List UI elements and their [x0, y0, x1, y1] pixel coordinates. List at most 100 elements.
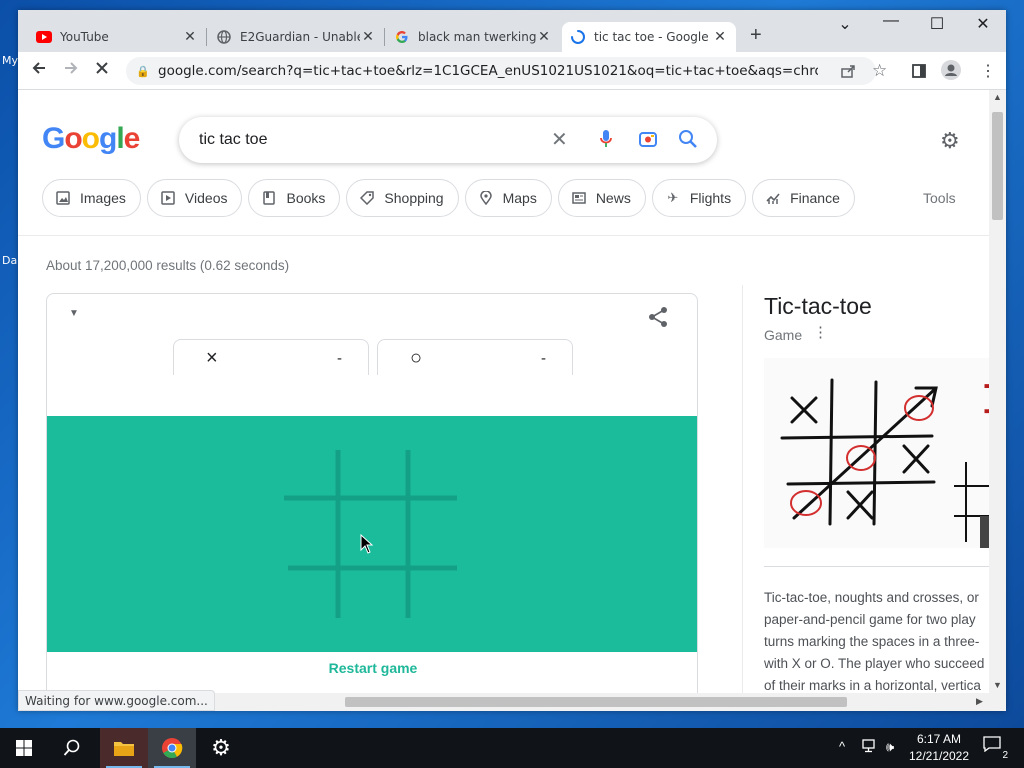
clear-search-icon[interactable]: ✕: [551, 127, 568, 152]
board-cell[interactable]: [341, 450, 405, 496]
chrome-icon: [162, 738, 183, 759]
chip-flights[interactable]: ✈ Flights: [651, 179, 747, 217]
chip-books[interactable]: Books: [248, 179, 341, 217]
tab-e2guardian[interactable]: E2Guardian - Unable ✕: [208, 22, 384, 52]
news-icon: [571, 190, 587, 206]
finance-icon: [765, 190, 781, 206]
board-cell[interactable]: [411, 501, 479, 565]
tic-tac-toe-game-card: ▼ × - ○ - Restart game: [46, 293, 698, 693]
plane-icon: ✈: [667, 190, 679, 205]
search-input[interactable]: tic tac toe: [199, 131, 267, 149]
close-tab-icon[interactable]: ✕: [712, 29, 728, 45]
chip-label: Finance: [790, 190, 840, 206]
kp-image[interactable]: x|x|e: [764, 358, 989, 548]
desktop-icon-label[interactable]: My: [2, 54, 18, 67]
image-icon: [55, 190, 71, 206]
bookmark-star-icon[interactable]: ☆: [872, 61, 887, 81]
difficulty-dropdown-icon[interactable]: ▼: [69, 308, 79, 319]
address-bar[interactable]: 🔒 google.com/search?q=tic+tac+toe&rlz=1C…: [126, 57, 876, 85]
chip-label: Videos: [184, 190, 228, 206]
chip-maps[interactable]: Maps: [464, 179, 552, 217]
menu-kebab-icon[interactable]: ⋮: [980, 61, 996, 81]
book-icon: [261, 190, 277, 206]
image-search-icon[interactable]: [638, 129, 658, 154]
tab-separator: [206, 28, 207, 46]
tab-search-icon[interactable]: ⌄: [822, 14, 868, 34]
forward-icon[interactable]: [63, 60, 79, 81]
tab-google-search[interactable]: black man twerking - ✕: [386, 22, 560, 52]
profile-avatar-icon[interactable]: [941, 60, 961, 84]
scroll-right-icon[interactable]: ▶: [976, 696, 983, 707]
tab-title: tic tac toe - Google S: [594, 30, 712, 44]
side-panel-icon[interactable]: [911, 63, 927, 83]
google-logo[interactable]: Google: [42, 122, 140, 156]
stop-loading-icon[interactable]: [94, 60, 110, 81]
voice-search-icon[interactable]: [599, 129, 613, 154]
scrollbar-thumb[interactable]: [345, 697, 847, 707]
lock-icon[interactable]: 🔒: [136, 65, 150, 78]
desktop-icon-label[interactable]: Da: [2, 254, 17, 267]
chip-shopping[interactable]: Shopping: [346, 179, 459, 217]
mouse-cursor-icon: [360, 533, 374, 559]
vertical-scrollbar[interactable]: ▲ ▼: [989, 90, 1006, 693]
board-cell[interactable]: [411, 450, 479, 496]
kp-more-options-icon[interactable]: ⋮: [813, 323, 828, 341]
taskbar-chrome[interactable]: [148, 728, 196, 768]
search-box[interactable]: tic tac toe ✕: [179, 117, 717, 163]
chip-finance[interactable]: Finance: [752, 179, 855, 217]
google-icon: [394, 29, 410, 45]
system-clock[interactable]: 6:17 AM 12/21/2022: [908, 731, 970, 765]
tab-tic-tac-toe[interactable]: tic tac toe - Google S ✕: [562, 22, 736, 52]
player-x-score: -: [337, 350, 342, 367]
tab-youtube[interactable]: YouTube ✕: [28, 22, 206, 52]
kp-description-line: with X or O. The player who succeed: [764, 656, 985, 671]
player-o-score-tab[interactable]: ○ -: [377, 339, 573, 375]
board-cell[interactable]: [268, 571, 336, 618]
close-window-icon[interactable]: ✕: [960, 14, 1006, 34]
search-icon[interactable]: [678, 129, 698, 154]
new-tab-button[interactable]: +: [750, 24, 762, 47]
board-cell[interactable]: [268, 450, 336, 496]
share-page-icon[interactable]: [840, 63, 856, 83]
settings-gear-icon[interactable]: ⚙: [940, 128, 960, 154]
chip-news[interactable]: News: [557, 179, 646, 217]
restart-game-button[interactable]: Restart game: [47, 652, 697, 688]
board-cell[interactable]: [268, 501, 336, 565]
volume-icon[interactable]: 🕪: [886, 739, 894, 755]
svg-text:x|x|e: x|x|e: [980, 365, 989, 432]
url-text[interactable]: google.com/search?q=tic+tac+toe&rlz=1C1G…: [158, 63, 818, 79]
maximize-icon[interactable]: ☐: [914, 14, 960, 34]
scroll-down-icon[interactable]: ▼: [993, 680, 1002, 690]
chip-label: Books: [286, 190, 326, 206]
start-button[interactable]: [0, 728, 48, 768]
kp-description-line: turns marking the spaces in a three-: [764, 634, 980, 649]
network-icon[interactable]: [862, 739, 878, 756]
scroll-up-icon[interactable]: ▲: [993, 92, 1002, 102]
share-icon[interactable]: [647, 306, 671, 330]
chip-label: Maps: [502, 190, 537, 206]
tab-separator: [384, 28, 385, 46]
kp-description-line: Tic-tac-toe, noughts and crosses, or: [764, 590, 979, 605]
kp-description: Tic-tac-toe, noughts and crosses, or pap…: [764, 587, 989, 693]
show-hidden-icons[interactable]: ^: [839, 739, 845, 754]
back-icon[interactable]: [31, 60, 47, 81]
close-tab-icon[interactable]: ✕: [182, 29, 198, 45]
chip-videos[interactable]: Videos: [146, 179, 243, 217]
board-cell[interactable]: [411, 571, 479, 618]
player-x-score-tab[interactable]: × -: [173, 339, 369, 375]
taskbar-search-button[interactable]: [48, 728, 96, 768]
browser-window: YouTube ✕ E2Guardian - Unable ✕ black ma…: [18, 10, 1006, 711]
close-tab-icon[interactable]: ✕: [360, 29, 376, 45]
tools-button[interactable]: Tools: [923, 190, 956, 206]
chip-images[interactable]: Images: [42, 179, 141, 217]
scrollbar-thumb[interactable]: [992, 112, 1003, 220]
taskbar-file-explorer[interactable]: [100, 728, 148, 768]
board-cell[interactable]: [341, 571, 405, 618]
taskbar-settings[interactable]: ⚙: [197, 728, 245, 768]
tab-title: black man twerking -: [418, 30, 536, 44]
minimize-icon[interactable]: —: [868, 12, 914, 30]
search-icon: [63, 739, 80, 756]
notification-center-icon[interactable]: 2: [983, 736, 1009, 761]
map-pin-icon: [478, 190, 494, 206]
close-tab-icon[interactable]: ✕: [536, 29, 552, 45]
